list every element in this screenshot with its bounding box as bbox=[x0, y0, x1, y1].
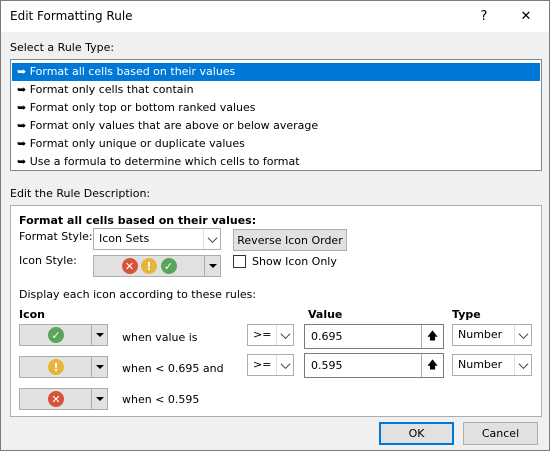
row1-value-text: 0.695 bbox=[311, 330, 343, 343]
yellow-exclamation-icon: ! bbox=[141, 258, 157, 274]
icon-style-label: Icon Style: bbox=[19, 254, 77, 267]
edit-formatting-rule-dialog: Edit Formatting Rule ? ✕ Select a Rule T… bbox=[0, 0, 550, 451]
rule-type-item[interactable]: ➥ Format only top or bottom ranked value… bbox=[12, 99, 540, 117]
rule-type-list: ➥ Format all cells based on their values… bbox=[10, 59, 542, 171]
chevron-down-icon bbox=[514, 355, 531, 375]
rule-type-item[interactable]: ➥ Format only unique or duplicate values bbox=[12, 135, 540, 153]
row2-value-input[interactable]: 0.595 🡅 bbox=[304, 353, 444, 378]
row3-icon-select[interactable]: ✕ bbox=[19, 388, 108, 410]
row3-condition: when < 0.595 bbox=[122, 393, 200, 406]
show-icon-only-label: Show Icon Only bbox=[252, 255, 337, 268]
green-check-icon: ✓ bbox=[160, 258, 177, 274]
range-picker-up-icon[interactable]: 🡅 bbox=[421, 354, 443, 377]
range-picker-up-icon[interactable]: 🡅 bbox=[421, 325, 443, 348]
row1-icon-select[interactable]: ✓ bbox=[19, 324, 108, 346]
format-style-label: Format Style: bbox=[19, 230, 93, 243]
row2-operator-value: >= bbox=[253, 358, 272, 371]
rule-description-panel: Format all cells based on their values: … bbox=[10, 205, 542, 417]
chevron-down-icon bbox=[203, 229, 220, 249]
help-button[interactable]: ? bbox=[461, 1, 507, 32]
row3-icon-face: ✕ bbox=[20, 389, 92, 409]
chevron-down-icon bbox=[514, 325, 531, 345]
rule-description-label: Edit the Rule Description: bbox=[10, 187, 151, 200]
row2-operator-select[interactable]: >= bbox=[247, 354, 294, 376]
dropdown-arrow-icon bbox=[91, 357, 107, 377]
rules-caption: Display each icon according to these rul… bbox=[19, 288, 257, 301]
format-style-value: Icon Sets bbox=[99, 232, 150, 245]
show-icon-only-checkbox[interactable] bbox=[233, 255, 246, 268]
row1-type-value: Number bbox=[458, 328, 503, 341]
chevron-down-icon bbox=[276, 325, 293, 345]
rule-type-item[interactable]: ➥ Format all cells based on their values bbox=[12, 63, 540, 81]
icon-style-select[interactable]: ✕ ! ✓ bbox=[93, 255, 221, 277]
format-style-select[interactable]: Icon Sets bbox=[93, 228, 221, 250]
rule-type-item[interactable]: ➥ Format only values that are above or b… bbox=[12, 117, 540, 135]
red-x-icon: ✕ bbox=[48, 391, 64, 407]
icon-column-header: Icon bbox=[19, 308, 46, 321]
rule-type-item[interactable]: ➥ Format only cells that contain bbox=[12, 81, 540, 99]
rule-type-label: Select a Rule Type: bbox=[10, 41, 115, 54]
row2-icon-select[interactable]: ! bbox=[19, 356, 108, 378]
red-x-icon: ✕ bbox=[121, 258, 138, 274]
reverse-icon-order-button[interactable]: Reverse Icon Order bbox=[233, 229, 347, 251]
title-bar: Edit Formatting Rule ? ✕ bbox=[1, 1, 549, 32]
yellow-exclamation-icon: ! bbox=[48, 359, 64, 375]
green-check-icon: ✓ bbox=[48, 327, 64, 343]
window-title: Edit Formatting Rule bbox=[10, 9, 133, 23]
row2-condition: when < 0.695 and bbox=[122, 362, 224, 375]
row2-icon-face: ! bbox=[20, 357, 92, 377]
row1-condition: when value is bbox=[122, 331, 198, 344]
dropdown-arrow-icon bbox=[91, 325, 107, 345]
ok-button[interactable]: OK bbox=[379, 422, 454, 445]
row2-value-text: 0.595 bbox=[311, 359, 343, 372]
dropdown-arrow-icon bbox=[204, 256, 220, 276]
icon-style-preview: ✕ ! ✓ bbox=[94, 256, 204, 276]
type-column-header: Type bbox=[452, 308, 481, 321]
row2-type-select[interactable]: Number bbox=[452, 354, 532, 376]
dropdown-arrow-icon bbox=[91, 389, 107, 409]
cancel-button[interactable]: Cancel bbox=[463, 422, 538, 445]
description-heading: Format all cells based on their values: bbox=[19, 214, 257, 227]
row1-icon-face: ✓ bbox=[20, 325, 92, 345]
row2-type-value: Number bbox=[458, 358, 503, 371]
row1-type-select[interactable]: Number bbox=[452, 324, 532, 346]
row1-value-input[interactable]: 0.695 🡅 bbox=[304, 324, 444, 349]
row1-operator-value: >= bbox=[253, 328, 272, 341]
rule-type-item[interactable]: ➥ Use a formula to determine which cells… bbox=[12, 153, 540, 171]
value-column-header: Value bbox=[308, 308, 343, 321]
close-button[interactable]: ✕ bbox=[503, 1, 549, 32]
chevron-down-icon bbox=[276, 355, 293, 375]
row1-operator-select[interactable]: >= bbox=[247, 324, 294, 346]
